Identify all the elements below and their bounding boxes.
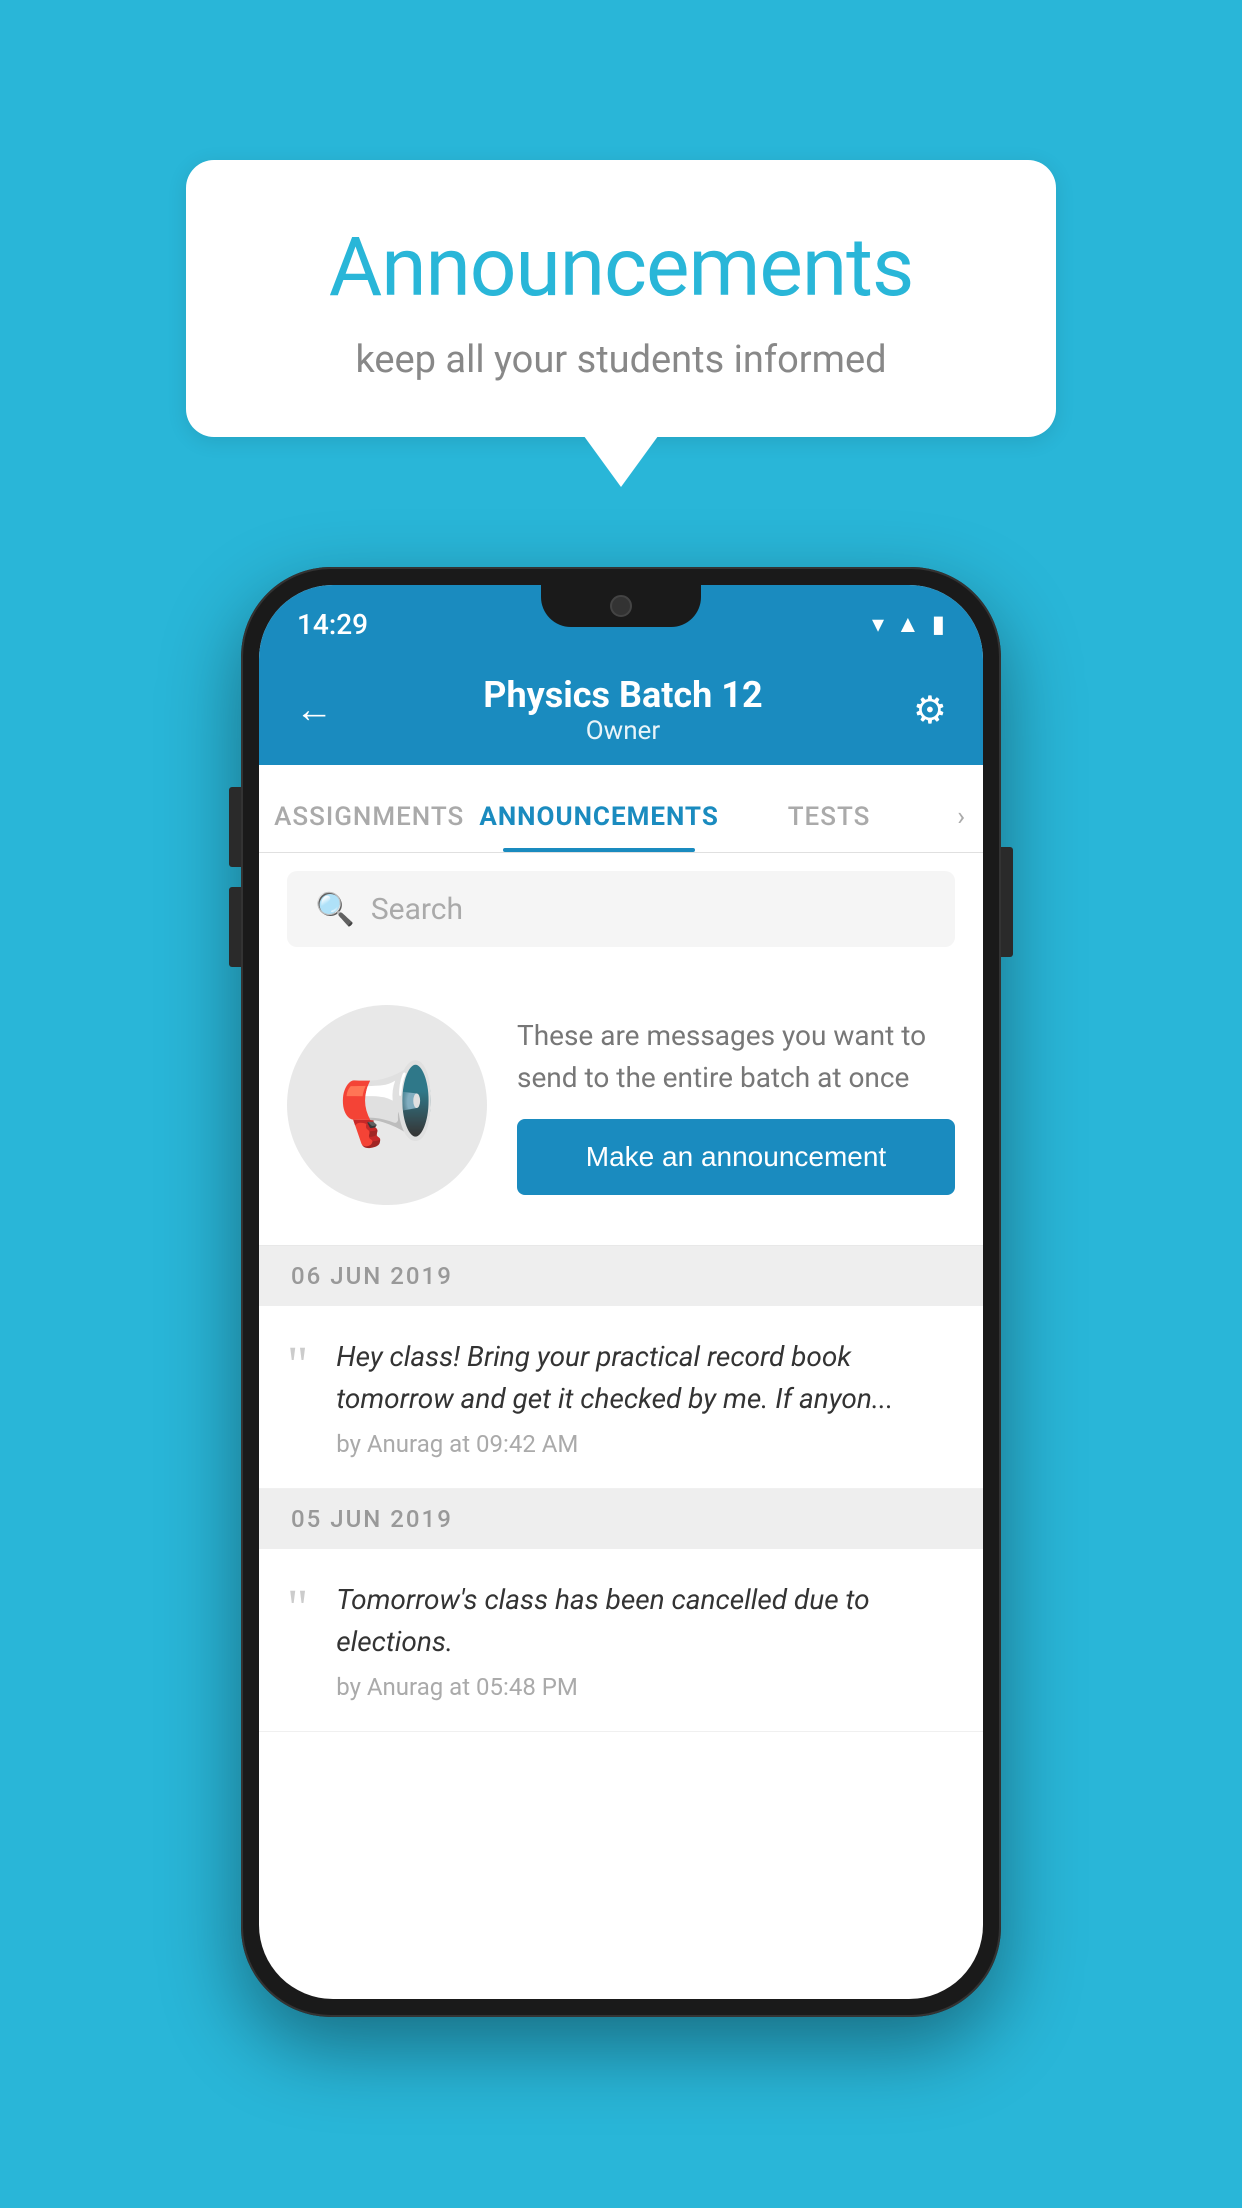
signal-icon: ▲ (896, 610, 920, 639)
search-icon: 🔍 (315, 890, 355, 928)
status-icons: ▾ ▲ ▮ (872, 610, 945, 639)
volume-up-button (229, 787, 241, 867)
phone-camera (610, 595, 632, 617)
header-center: Physics Batch 12 Owner (333, 674, 913, 746)
date-separator-2: 05 JUN 2019 (259, 1489, 983, 1549)
megaphone-icon: 📢 (337, 1058, 437, 1152)
announcement-meta-1: by Anurag at 09:42 AM (336, 1430, 955, 1458)
tab-tests[interactable]: TESTS (719, 802, 939, 852)
announcement-item-2: " Tomorrow's class has been cancelled du… (259, 1549, 983, 1732)
phone-mockup: 14:29 ▾ ▲ ▮ ← Physics Batch 12 Owner ⚙ A… (241, 567, 1001, 2017)
power-button (1001, 847, 1013, 957)
promo-description: These are messages you want to send to t… (517, 1015, 955, 1099)
wifi-icon: ▾ (872, 610, 884, 638)
search-container: 🔍 Search (259, 853, 983, 965)
make-announcement-button[interactable]: Make an announcement (517, 1119, 955, 1195)
promo-right: These are messages you want to send to t… (517, 1015, 955, 1195)
status-time: 14:29 (297, 608, 368, 641)
announcement-message-2: Tomorrow's class has been cancelled due … (336, 1579, 955, 1663)
tabs-bar: ASSIGNMENTS ANNOUNCEMENTS TESTS › (259, 765, 983, 853)
tab-more[interactable]: › (939, 802, 983, 852)
phone-notch (541, 585, 701, 627)
quote-icon-2: " (287, 1583, 308, 1635)
phone-outer: 14:29 ▾ ▲ ▮ ← Physics Batch 12 Owner ⚙ A… (241, 567, 1001, 2017)
header-subtitle: Owner (333, 716, 913, 746)
battery-icon: ▮ (932, 610, 945, 638)
quote-icon-1: " (287, 1340, 308, 1392)
speech-bubble-title: Announcements (256, 220, 986, 316)
tab-assignments[interactable]: ASSIGNMENTS (259, 802, 479, 852)
back-button[interactable]: ← (295, 688, 333, 732)
date-separator-1: 06 JUN 2019 (259, 1246, 983, 1306)
announcement-meta-2: by Anurag at 05:48 PM (336, 1673, 955, 1701)
promo-section: 📢 These are messages you want to send to… (259, 965, 983, 1246)
search-box[interactable]: 🔍 Search (287, 871, 955, 947)
speech-bubble-card: Announcements keep all your students inf… (186, 160, 1056, 437)
search-placeholder: Search (371, 892, 463, 927)
announcement-content-2: Tomorrow's class has been cancelled due … (336, 1579, 955, 1701)
announcement-item-1: " Hey class! Bring your practical record… (259, 1306, 983, 1489)
app-header: ← Physics Batch 12 Owner ⚙ (259, 655, 983, 765)
announcement-message-1: Hey class! Bring your practical record b… (336, 1336, 955, 1420)
volume-down-button (229, 887, 241, 967)
announcement-content-1: Hey class! Bring your practical record b… (336, 1336, 955, 1458)
speech-bubble-subtitle: keep all your students informed (256, 338, 986, 382)
phone-screen: 14:29 ▾ ▲ ▮ ← Physics Batch 12 Owner ⚙ A… (259, 585, 983, 1999)
tab-announcements[interactable]: ANNOUNCEMENTS (479, 802, 718, 852)
megaphone-circle: 📢 (287, 1005, 487, 1205)
settings-button[interactable]: ⚙ (913, 688, 947, 733)
header-title: Physics Batch 12 (333, 674, 913, 716)
